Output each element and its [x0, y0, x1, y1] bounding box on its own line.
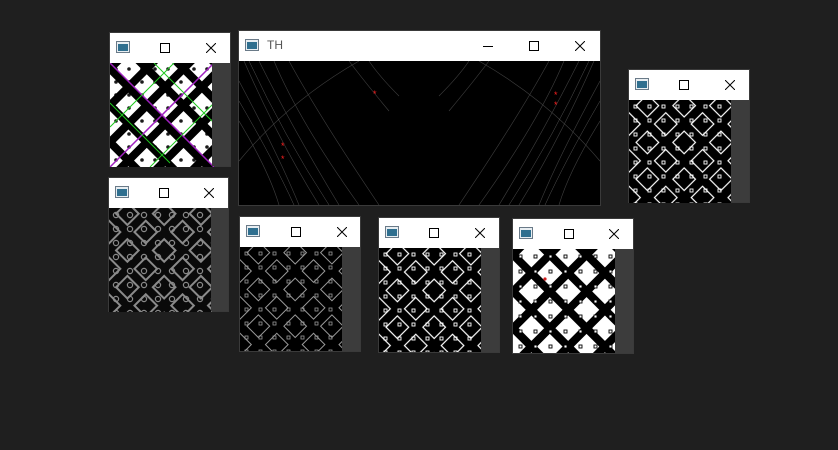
- window-app-icon: [116, 41, 130, 53]
- window-edges-bright[interactable]: [378, 217, 500, 353]
- maximize-button[interactable]: [521, 31, 547, 61]
- minimize-button[interactable]: [475, 31, 501, 61]
- close-icon: [337, 227, 347, 237]
- close-icon: [204, 188, 214, 198]
- desktop: { "colors": {"desktop": "#1f1f1f", "titl…: [0, 0, 838, 450]
- close-button[interactable]: [467, 218, 493, 248]
- window-app-icon: [385, 226, 399, 238]
- svg-text:*: *: [554, 100, 558, 110]
- window-original[interactable]: [512, 218, 634, 354]
- title-bar[interactable]: TH: [239, 31, 600, 61]
- scrollbar[interactable]: [342, 247, 360, 351]
- maximize-icon: [529, 41, 539, 51]
- title-bar[interactable]: [110, 33, 230, 63]
- window-edges-right[interactable]: [628, 69, 750, 203]
- minimize-icon: [483, 46, 493, 47]
- close-icon: [475, 228, 485, 238]
- close-icon: [725, 80, 735, 90]
- close-button[interactable]: [198, 33, 224, 63]
- maximize-icon: [429, 228, 439, 238]
- image-content: [240, 247, 344, 351]
- title-bar[interactable]: [513, 219, 633, 249]
- window-edges-dim[interactable]: [239, 216, 361, 352]
- maximize-button[interactable]: [556, 219, 582, 249]
- scrollbar[interactable]: [212, 63, 230, 166]
- maximize-button[interactable]: [671, 70, 697, 100]
- scrollbar[interactable]: [731, 100, 749, 202]
- close-icon: [575, 41, 585, 51]
- maximize-icon: [291, 227, 301, 237]
- svg-text:*: *: [281, 141, 285, 151]
- image-content: [109, 208, 212, 312]
- svg-text:*: *: [373, 89, 377, 99]
- maximize-icon: [679, 80, 689, 90]
- window-app-icon: [635, 78, 649, 90]
- close-button[interactable]: [601, 219, 627, 249]
- maximize-icon: [160, 43, 170, 53]
- title-bar[interactable]: [109, 178, 228, 208]
- window-app-icon: [245, 39, 259, 51]
- scrollbar[interactable]: [481, 248, 499, 352]
- svg-text:*: *: [281, 154, 285, 164]
- image-content: [109, 62, 215, 168]
- close-icon: [206, 43, 216, 53]
- svg-text:*: *: [554, 90, 558, 100]
- image-content: [629, 100, 731, 203]
- close-button[interactable]: [567, 31, 593, 61]
- maximize-button[interactable]: [151, 178, 177, 208]
- scrollbar[interactable]: [211, 208, 228, 311]
- image-content: [379, 248, 483, 352]
- maximize-icon: [564, 229, 574, 239]
- accumulator-image: * * * * *: [238, 60, 601, 206]
- window-app-icon: [115, 186, 129, 198]
- window-gradient[interactable]: [108, 177, 229, 312]
- close-button[interactable]: [196, 178, 222, 208]
- window-title: TH: [267, 38, 283, 52]
- maximize-button[interactable]: [283, 217, 309, 247]
- window-app-icon: [519, 227, 533, 239]
- window-th[interactable]: TH * * * * *: [238, 30, 601, 206]
- maximize-button[interactable]: [152, 33, 178, 63]
- close-button[interactable]: [717, 70, 743, 100]
- title-bar[interactable]: [379, 218, 499, 248]
- image-content: [513, 249, 617, 353]
- scrollbar[interactable]: [615, 249, 633, 353]
- maximize-icon: [159, 188, 169, 198]
- title-bar[interactable]: [240, 217, 360, 247]
- close-icon: [609, 229, 619, 239]
- close-button[interactable]: [329, 217, 355, 247]
- maximize-button[interactable]: [421, 218, 447, 248]
- window-lines-overlay[interactable]: [109, 32, 231, 168]
- title-bar[interactable]: [629, 70, 749, 100]
- window-app-icon: [246, 225, 260, 237]
